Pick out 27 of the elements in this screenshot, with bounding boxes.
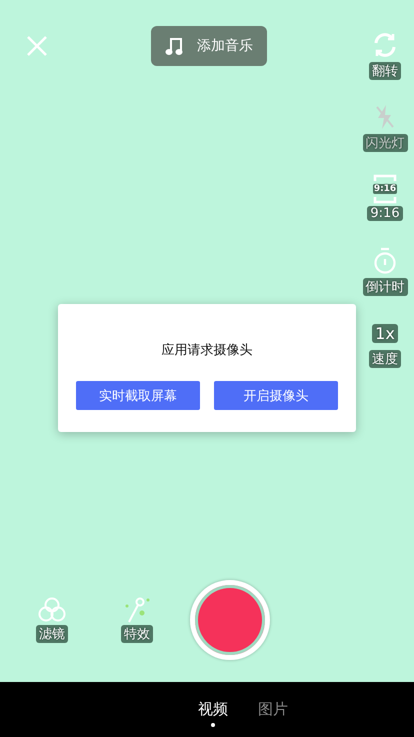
timer-button[interactable]: 倒计时 (356, 247, 414, 307)
music-note-icon (165, 36, 183, 56)
speed-button[interactable]: 1x 速度 (356, 319, 414, 379)
mode-tab[interactable]: 视频 (198, 682, 228, 737)
ratio-button[interactable]: 9:16 9:16 (356, 175, 414, 235)
dialog-button[interactable]: 实时截取屏幕 (76, 381, 200, 410)
effects-button[interactable]: 特效 (115, 597, 159, 643)
mode-tab[interactable]: 图片 (258, 682, 288, 737)
add-music-button[interactable]: 添加音乐 (151, 26, 267, 66)
close-icon (26, 35, 48, 57)
selected-dot (211, 723, 215, 727)
control-label: 滤镜 (36, 625, 68, 643)
control-label: 特效 (121, 625, 153, 643)
tool-label: 倒计时 (362, 278, 408, 296)
flip-button[interactable]: 翻转 (356, 31, 414, 91)
tool-label: 速度 (369, 350, 401, 368)
filter-icon (37, 597, 67, 623)
tool-label: 闪光灯 (362, 134, 408, 152)
speed-value: 1x (372, 324, 398, 342)
tool-label: 翻转 (369, 62, 401, 80)
timer-icon (373, 247, 397, 275)
filter-button[interactable]: 滤镜 (30, 597, 74, 643)
dialog-button[interactable]: 开启摄像头 (214, 381, 338, 410)
aspect-ratio-icon (373, 174, 397, 204)
record-button[interactable] (190, 580, 270, 660)
tool-label: 9:16 (367, 206, 403, 221)
dialog-title: 应用请求摄像头 (162, 342, 252, 359)
